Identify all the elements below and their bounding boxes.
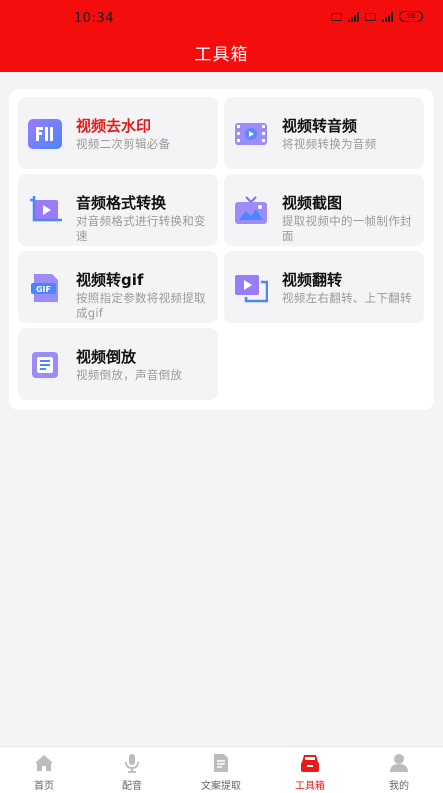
tool-desc: 按照指定参数将视频提取成gif [76,291,206,320]
tool-card-video-flip[interactable]: 视频翻转 视频左右翻转、上下翻转 [224,251,424,323]
tool-card-video-screenshot[interactable]: 视频截图 提取视频中的一帧制作封面 [224,174,424,246]
signal-icon-2 [382,11,393,22]
tool-desc: 视频左右翻转、上下翻转 [282,291,412,305]
tab-label: 配音 [122,781,142,792]
tab-text-extract[interactable]: 文案提取 [177,747,265,793]
tool-title: 音频格式转换 [76,194,167,212]
tv-picture-icon [235,196,267,224]
tool-desc: 视频二次剪辑必备 [76,137,171,151]
flip-video-icon [235,275,268,303]
tool-card-remove-watermark[interactable]: 视频去水印 视频二次剪辑必备 [18,97,218,169]
tab-dubbing[interactable]: 配音 [88,747,176,793]
tab-label: 首页 [34,781,54,792]
tool-desc: 提取视频中的一帧制作封面 [282,214,412,243]
gif-file-icon: GIF [31,274,58,302]
crop-play-icon [30,196,62,222]
tab-home[interactable]: 首页 [0,747,88,793]
status-time: 10:34 [74,11,114,26]
tool-desc: 将视频转换为音频 [282,137,377,151]
tab-profile[interactable]: 我的 [355,747,443,793]
hd-icon-2 [365,12,376,21]
home-icon [35,755,53,771]
signal-icon [348,11,359,22]
hd-icon [331,12,342,21]
tool-card-video-to-gif[interactable]: GIF 视频转gif 按照指定参数将视频提取成gif [18,251,218,323]
tab-label: 工具箱 [295,781,325,792]
film-audio-icon [235,123,267,145]
app-header: 10:34 56 工具箱 [0,0,443,72]
user-icon [390,754,408,772]
tool-title: 视频转音频 [282,117,358,135]
tab-label: 文案提取 [201,781,241,792]
battery-icon: 56 [399,11,423,22]
tool-card-video-to-audio[interactable]: 视频转音频 将视频转换为音频 [224,97,424,169]
svg-text:GIF: GIF [36,285,51,294]
status-icons: 56 [331,11,423,22]
reverse-doc-icon [32,352,58,378]
tab-toolbox[interactable]: 工具箱 [266,747,354,793]
tool-title: 视频翻转 [282,271,343,289]
tool-card-audio-format[interactable]: 音频格式转换 对音频格式进行转换和变速 [18,174,218,246]
tools-panel: 视频去水印 视频二次剪辑必备 视频转音频 将视频转换为音频 音频格式转换 对音频… [9,89,434,410]
tab-label: 我的 [389,781,409,792]
document-icon [214,754,228,772]
toolbox-icon [301,755,319,772]
watermark-icon [28,119,62,149]
microphone-icon [125,754,139,773]
tool-title: 视频截图 [282,194,343,212]
tool-desc: 视频倒放，声音倒放 [76,368,183,382]
bottom-tab-bar: 首页 配音 文案提取 工具箱 我的 [0,746,443,793]
page-title: 工具箱 [194,45,249,65]
tool-desc: 对音频格式进行转换和变速 [76,214,206,243]
tool-title: 视频去水印 [76,117,152,135]
tool-card-video-reverse[interactable]: 视频倒放 视频倒放，声音倒放 [18,328,218,400]
tool-title: 视频倒放 [76,348,137,366]
tool-title: 视频转gif [76,271,144,289]
status-bar: 10:34 56 [0,0,443,34]
